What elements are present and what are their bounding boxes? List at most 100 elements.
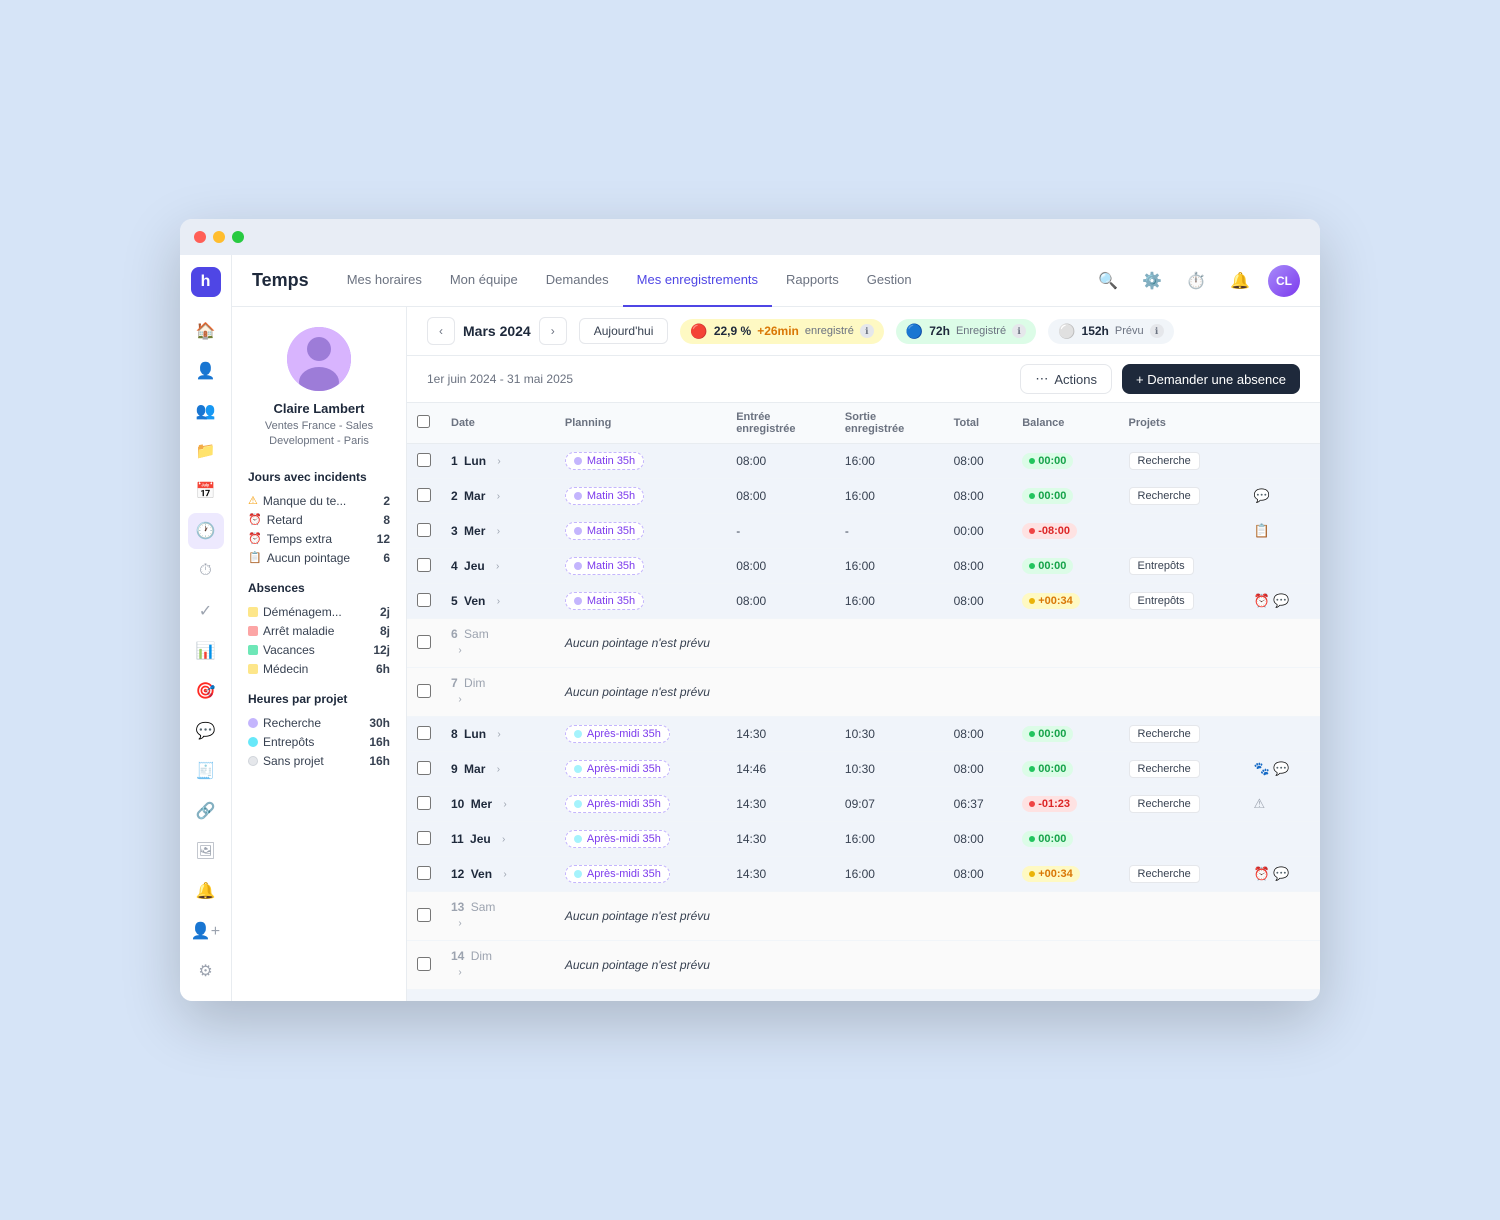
nav-folder-icon[interactable]: 📁: [188, 433, 224, 469]
row-checkbox[interactable]: [417, 684, 431, 698]
project-label-entrepots: Entrepôts: [263, 735, 314, 749]
project-dot-entrepots: [248, 737, 258, 747]
nav-home-icon[interactable]: 🏠: [188, 313, 224, 349]
row-checkbox[interactable]: [417, 831, 431, 845]
actions-button[interactable]: ⋯ Actions: [1020, 364, 1112, 394]
nav-check-icon[interactable]: ✓: [188, 593, 224, 629]
next-month-button[interactable]: ›: [539, 317, 567, 345]
table-row: 11 Jeu › Après-midi 35h 14:30 16:00 08:0…: [407, 822, 1320, 857]
absence-dot-medecin: [248, 664, 258, 674]
nav-message-icon[interactable]: 💬: [188, 713, 224, 749]
row-checkbox[interactable]: [417, 726, 431, 740]
request-absence-button[interactable]: + Demander une absence: [1122, 364, 1300, 394]
nav-bill-icon[interactable]: 🧾: [188, 753, 224, 789]
row-chevron-icon[interactable]: ›: [451, 963, 469, 981]
row-chevron-icon[interactable]: ›: [489, 557, 507, 575]
row-checkbox[interactable]: [417, 523, 431, 537]
close-btn[interactable]: [194, 231, 206, 243]
stat-percent-info[interactable]: ℹ: [860, 324, 874, 338]
search-icon[interactable]: 🔍: [1092, 265, 1124, 297]
th-date: Date: [441, 403, 555, 444]
row-checkbox[interactable]: [417, 908, 431, 922]
nav-image-icon[interactable]: 🖼: [188, 833, 224, 869]
planning-dot: [574, 800, 582, 808]
nav-alert-icon[interactable]: 🔔: [188, 873, 224, 909]
row-checkbox[interactable]: [417, 635, 431, 649]
nav-clock-icon[interactable]: 🕐: [188, 513, 224, 549]
row-chevron-icon[interactable]: ›: [490, 725, 508, 743]
projects-cell: Recherche: [1119, 444, 1244, 479]
icon-sidebar: h 🏠 👤 👥 📁 📅 🕐 ⏱ ✓ 📊 🎯 💬 🧾 🔗 🖼 🔔 👤+ ⚙: [180, 255, 232, 1001]
table-row: 4 Jeu › Matin 35h 08:00 16:00 08:00 00:0…: [407, 549, 1320, 584]
row-chevron-icon[interactable]: ›: [489, 522, 507, 540]
nav-adduser-icon[interactable]: 👤+: [188, 913, 224, 949]
nav-chart-icon[interactable]: 📊: [188, 633, 224, 669]
nav-rapports[interactable]: Rapports: [772, 255, 853, 307]
row-checkbox[interactable]: [417, 488, 431, 502]
total-cell: 08:00: [944, 584, 1013, 619]
balance-dot: [1029, 528, 1035, 534]
balance-dot: [1029, 766, 1035, 772]
day-num: 11: [451, 832, 464, 846]
balance-badge: 00:00: [1022, 453, 1073, 469]
row-chevron-icon[interactable]: ›: [451, 690, 469, 708]
stat-percent-val: 22,9 %: [714, 324, 751, 338]
row-checkbox[interactable]: [417, 866, 431, 880]
day-cell: 11 Jeu: [451, 832, 491, 846]
today-button[interactable]: Aujourd'hui: [579, 318, 669, 344]
row-chevron-icon[interactable]: ›: [489, 592, 507, 610]
nav-gestion[interactable]: Gestion: [853, 255, 926, 307]
prev-month-button[interactable]: ‹: [427, 317, 455, 345]
balance-cell: 00:00: [1012, 822, 1118, 857]
day-label: Lun: [464, 727, 486, 741]
row-checkbox[interactable]: [417, 593, 431, 607]
row-chevron-icon[interactable]: ›: [496, 795, 514, 813]
bell-icon[interactable]: 🔔: [1224, 265, 1256, 297]
nav-person-icon[interactable]: 👤: [188, 353, 224, 389]
nav-link-icon[interactable]: 🔗: [188, 793, 224, 829]
stat-152h-info[interactable]: ℹ: [1150, 324, 1164, 338]
row-chevron-icon[interactable]: ›: [451, 914, 469, 932]
settings-icon[interactable]: ⚙️: [1136, 265, 1168, 297]
nav-settings-icon[interactable]: ⚙: [188, 953, 224, 989]
row-chevron-icon[interactable]: ›: [495, 830, 513, 848]
nav-mon-equipe[interactable]: Mon équipe: [436, 255, 532, 307]
row-checkbox[interactable]: [417, 558, 431, 572]
project-val-recherche: 30h: [369, 716, 390, 730]
row-chevron-icon[interactable]: ›: [490, 452, 508, 470]
icons-cell: ⏰ 💬: [1244, 584, 1320, 619]
day-cell: 4 Jeu: [451, 559, 485, 573]
minimize-btn[interactable]: [213, 231, 225, 243]
nav-clock2-icon[interactable]: ⏱: [188, 553, 224, 589]
row-icon: ⏰: [1254, 866, 1270, 881]
select-all-checkbox[interactable]: [417, 415, 430, 428]
row-checkbox[interactable]: [417, 761, 431, 775]
user-avatar[interactable]: CL: [1268, 265, 1300, 297]
nav-demandes[interactable]: Demandes: [532, 255, 623, 307]
th-total: Total: [944, 403, 1013, 444]
row-checkbox[interactable]: [417, 453, 431, 467]
nav-calendar-icon[interactable]: 📅: [188, 473, 224, 509]
nav-team-icon[interactable]: 👥: [188, 393, 224, 429]
absence-val-maladie: 8j: [380, 624, 390, 638]
profile-name: Claire Lambert: [273, 401, 364, 416]
stat-72h-info[interactable]: ℹ: [1012, 324, 1026, 338]
row-chevron-icon[interactable]: ›: [489, 760, 507, 778]
row-checkbox[interactable]: [417, 957, 431, 971]
total-cell: 08:00: [944, 752, 1013, 787]
exit-cell: 16:00: [835, 584, 944, 619]
row-chevron-icon[interactable]: ›: [451, 641, 469, 659]
icons-cell: ⚠: [1244, 787, 1320, 822]
incident-count-retard: 8: [383, 513, 390, 527]
day-num: 7: [451, 676, 458, 690]
row-checkbox[interactable]: [417, 796, 431, 810]
nav-target-icon[interactable]: 🎯: [188, 673, 224, 709]
row-chevron-icon[interactable]: ›: [489, 487, 507, 505]
row-chevron-icon[interactable]: ›: [496, 865, 514, 883]
timer-icon[interactable]: ⏱️: [1180, 265, 1212, 297]
icons-cell: 📋: [1244, 514, 1320, 549]
nav-mes-enregistrements[interactable]: Mes enregistrements: [623, 255, 772, 307]
nav-mes-horaires[interactable]: Mes horaires: [333, 255, 436, 307]
maximize-btn[interactable]: [232, 231, 244, 243]
projects-title: Heures par projet: [248, 692, 390, 706]
